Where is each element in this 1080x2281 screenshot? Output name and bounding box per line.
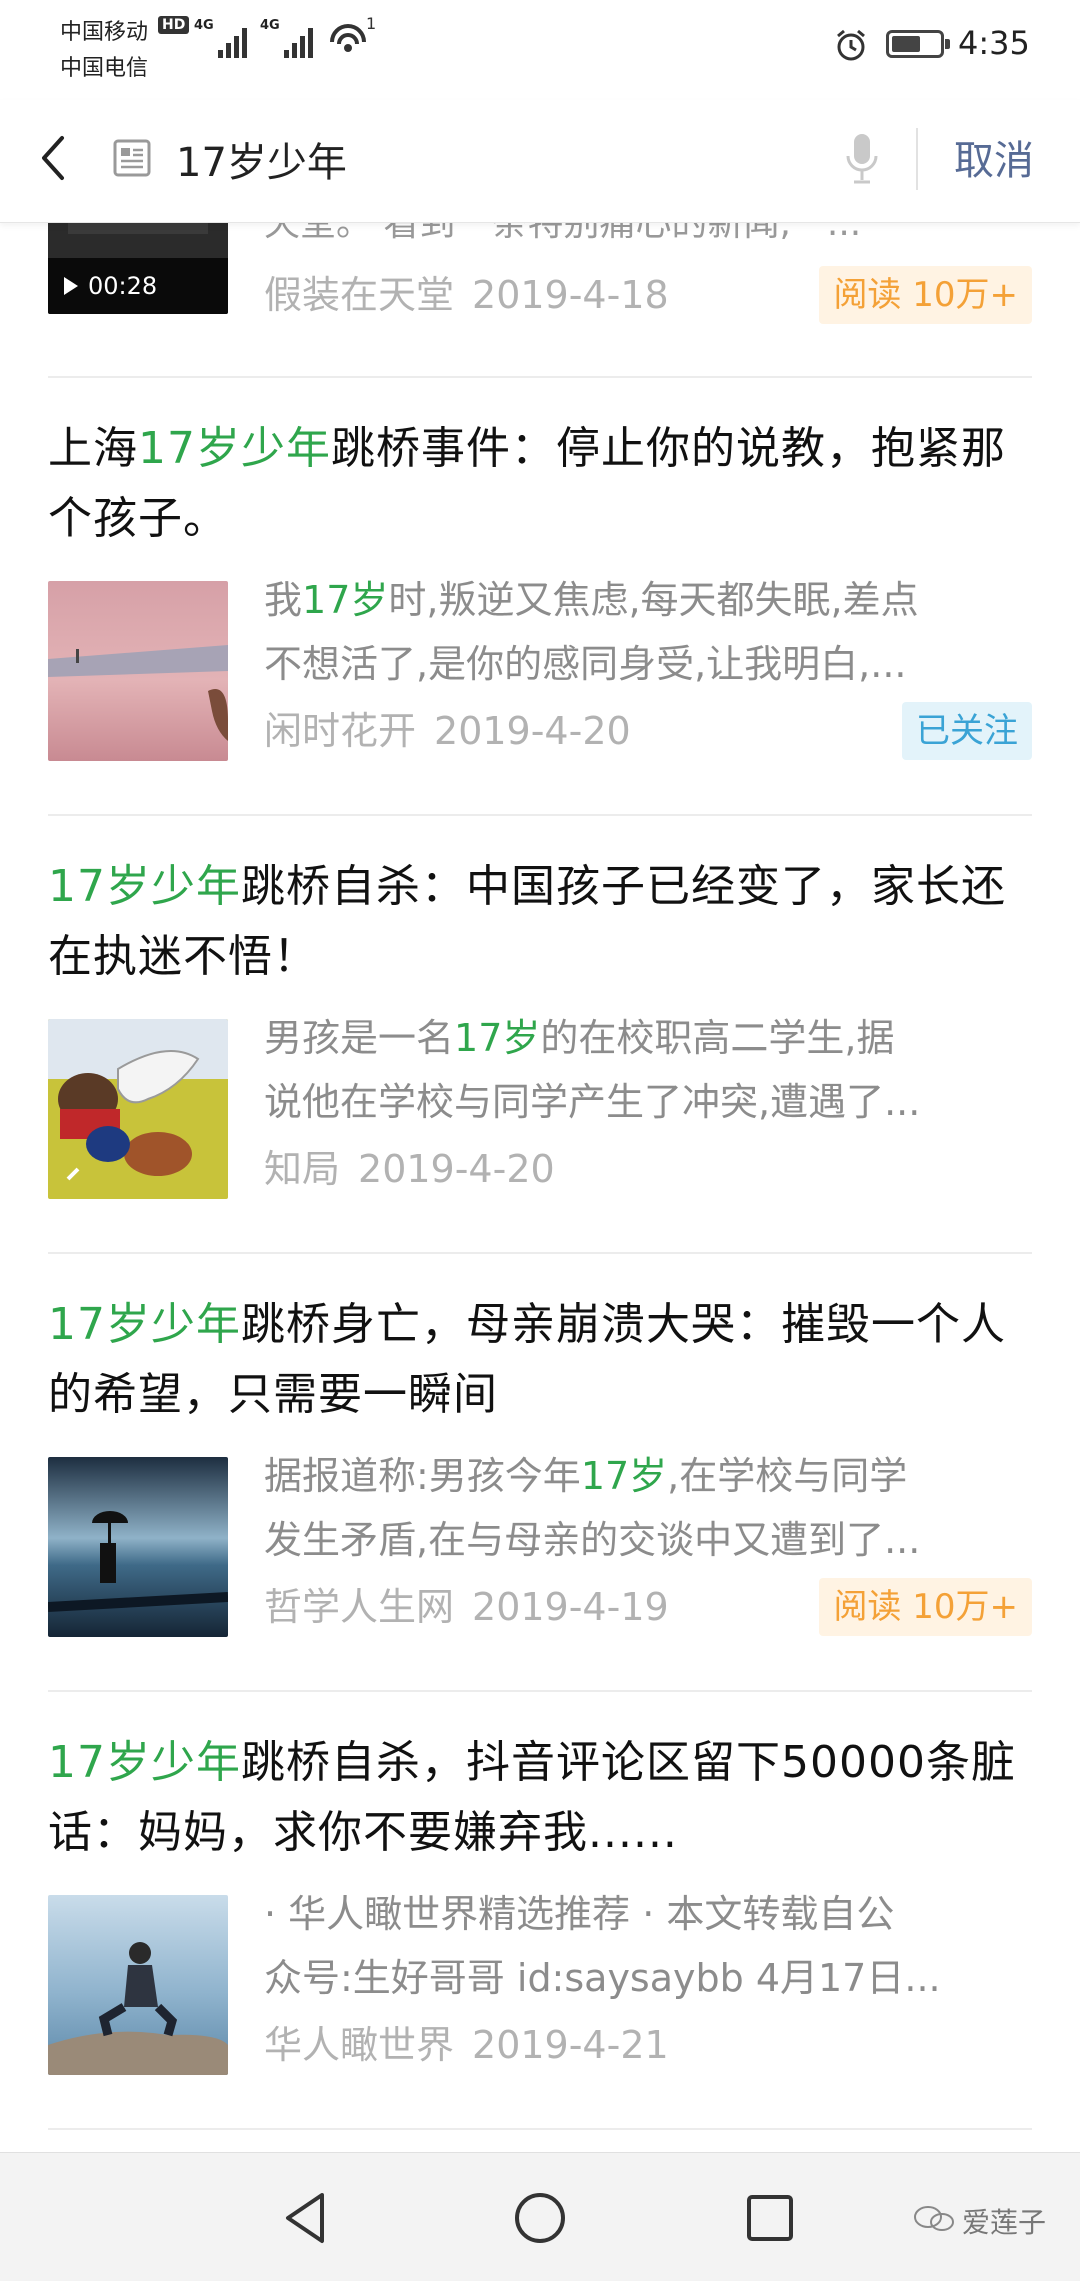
keyword-highlight: 17岁少年: [138, 423, 331, 474]
nav-back-triangle-icon[interactable]: [272, 2183, 342, 2253]
result-title[interactable]: 17岁少年跳桥身亡，母亲崩溃大哭：摧毁一个人的希望，只需要一瞬间: [48, 1290, 1028, 1430]
keyword-highlight: 17岁少年: [48, 1299, 241, 1350]
pink-sky-figure-image: [48, 581, 228, 761]
result-meta: 华人瞰世界 2019-4-21: [264, 2014, 669, 2069]
header-divider: [916, 128, 918, 190]
result-date: 2019-4-18: [472, 273, 669, 317]
list-item[interactable]: 17岁少年跳桥自杀，抖音评论区留下50000条脏话：妈妈，求你不要嫌弃我....…: [0, 1692, 1080, 2128]
result-thumbnail[interactable]: [48, 581, 228, 761]
result-snippet: 我17岁时,叛逆又焦虑,每天都失眠,差点 不想活了,是你的感同身受,让我明白,.…: [264, 578, 919, 686]
list-divider: [48, 2128, 1032, 2130]
man-on-rocks-image: [48, 1895, 228, 2075]
list-item[interactable]: 00:28 天堂。 看到一条特别痛心的新闻,一... 假装在天堂 2019-4-1…: [0, 222, 1080, 368]
status-bar: 中国移动 HD 中国电信 4G 4G 1 4:35: [0, 0, 1080, 100]
result-source: 知局: [264, 1147, 341, 1191]
cancel-button[interactable]: 取消: [954, 128, 1034, 186]
read-count-badge: 阅读 10万+: [819, 266, 1032, 324]
result-thumbnail[interactable]: [48, 1895, 228, 2075]
search-results-list: 00:28 天堂。 看到一条特别痛心的新闻,一... 假装在天堂 2019-4-1…: [0, 222, 1080, 2152]
list-item[interactable]: 17岁少年跳桥身亡，母亲崩溃大哭：摧毁一个人的希望，只需要一瞬间 据报道称:男孩…: [0, 1254, 1080, 1690]
result-date: 2019-4-20: [358, 1147, 555, 1191]
account-watermark: 爱莲子: [962, 2206, 1047, 2239]
article-type-icon: [113, 139, 151, 177]
battery-icon: [886, 30, 950, 58]
result-date: 2019-4-19: [472, 1585, 669, 1629]
result-thumbnail[interactable]: [48, 1457, 228, 1637]
result-meta: 闲时花开 2019-4-20: [264, 700, 631, 755]
result-title[interactable]: 上海17岁少年跳桥事件：停止你的说教，抱紧那个孩子。: [48, 414, 1028, 554]
cartoon-angel-image: [48, 1019, 228, 1199]
result-snippet: 天堂。 看到一条特别痛心的新闻,一...: [264, 222, 862, 244]
keyword-highlight: 17岁: [302, 578, 389, 622]
result-date: 2019-4-20: [434, 709, 631, 753]
result-meta: 假装在天堂 2019-4-18: [264, 264, 669, 319]
search-input[interactable]: 17岁少年: [176, 130, 347, 188]
read-count-badge: 阅读 10万+: [819, 1578, 1032, 1636]
nav-recents-square-icon[interactable]: [735, 2183, 805, 2253]
result-source: 哲学人生网: [264, 1585, 455, 1629]
result-thumbnail[interactable]: [48, 1019, 228, 1199]
list-item[interactable]: 上海17岁少年跳桥事件：停止你的说教，抱紧那个孩子。 我17岁时,叛逆又焦虑,每…: [0, 378, 1080, 814]
result-source: 假装在天堂: [264, 273, 455, 317]
result-date: 2019-4-21: [472, 2023, 669, 2067]
carrier-secondary: 中国电信: [60, 56, 149, 81]
carrier-primary: 中国移动: [60, 20, 149, 45]
back-arrow-icon[interactable]: [30, 128, 80, 188]
hd-badge: HD: [158, 16, 190, 34]
search-header: 17岁少年 取消: [0, 100, 1080, 223]
keyword-highlight: 17岁: [580, 1454, 668, 1498]
keyword-highlight: 17岁少年: [48, 861, 241, 912]
result-snippet: · 华人瞰世界精选推荐 · 本文转载自公 众号:生好哥哥 id:saysaybb…: [264, 1892, 941, 2000]
result-title[interactable]: 17岁少年跳桥自杀：中国孩子已经变了，家长还在执迷不悟！: [48, 852, 1028, 992]
video-thumbnail[interactable]: 00:28: [48, 222, 228, 314]
hotspot-count: 1: [366, 14, 377, 33]
alarm-clock-icon: [837, 29, 865, 61]
battery-level: [892, 36, 920, 52]
status-time: 4:35: [958, 24, 1030, 62]
video-duration: 00:28: [48, 258, 228, 314]
list-item[interactable]: 17岁少年跳桥自杀：中国孩子已经变了，家长还在执迷不悟！ 男孩是一名17岁的在校…: [0, 816, 1080, 1252]
umbrella-seaside-image: [48, 1457, 228, 1637]
result-source: 华人瞰世界: [264, 2023, 455, 2067]
hotspot-icon: [330, 24, 366, 52]
wechat-watermark-icon: [914, 2206, 954, 2231]
system-navigation-bar: 爱莲子: [0, 2152, 1080, 2281]
result-title[interactable]: 17岁少年跳桥自杀，抖音评论区留下50000条脏话：妈妈，求你不要嫌弃我....…: [48, 1728, 1028, 1868]
microphone-icon[interactable]: [840, 130, 884, 188]
result-meta: 知局 2019-4-20: [264, 1138, 555, 1193]
result-snippet: 男孩是一名17岁的在校职高二学生,据 说他在学校与同学产生了冲突,遭遇了...: [264, 1016, 921, 1124]
result-snippet: 据报道称:男孩今年17岁,在学校与同学 发生矛盾,在与母亲的交谈中又遭到了...: [264, 1454, 921, 1562]
keyword-highlight: 17岁少年: [48, 1737, 241, 1788]
result-meta: 哲学人生网 2019-4-19: [264, 1576, 669, 1631]
result-source: 闲时花开: [264, 709, 417, 753]
followed-badge[interactable]: 已关注: [902, 702, 1032, 760]
nav-home-circle-icon[interactable]: [505, 2183, 575, 2253]
keyword-highlight: 17岁: [454, 1016, 541, 1060]
